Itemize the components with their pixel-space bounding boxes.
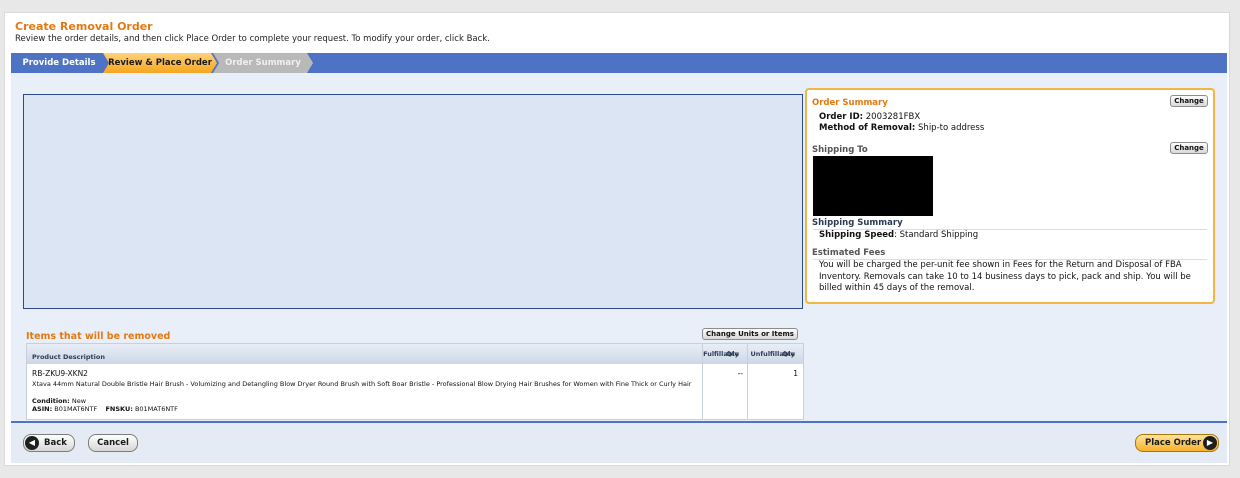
place-order-button[interactable]: Place Order ▶ [1135,434,1219,452]
removal-method-row: Method of Removal: Ship-to address [819,123,984,133]
order-summary-change-button[interactable]: Change [1170,95,1208,107]
shipping-speed-label: Shipping Speed [819,230,895,240]
shipping-to-title: Shipping To [812,145,868,155]
progress-steps: Provide Details Review & Place Order Ord… [11,53,1227,73]
removal-order-page: Create Removal Order Review the order de… [4,12,1230,466]
step-review-place-order: Review & Place Order [103,53,217,73]
blank-content-region [23,94,803,309]
order-id-label: Order ID: [819,112,864,122]
estimated-fees-title: Estimated Fees [812,248,886,258]
shipping-speed-value: : Standard Shipping [894,230,979,240]
product-condition: Condition: New [32,397,87,405]
shipping-speed-row: Shipping Speed: Standard Shipping [819,230,978,240]
fulfillable-qty: -- [737,369,743,378]
change-units-button[interactable]: Change Units or Items [702,328,798,340]
removal-method-value: Ship-to address [918,123,985,133]
step-order-summary: Order Summary [213,53,313,73]
back-button[interactable]: ◀ Back [23,434,75,452]
column-header-fulfillable-qty: Fulfillable Qty [703,344,747,364]
order-id-row: Order ID: 2003281FBX [819,112,920,122]
shipping-summary-title: Shipping Summary [812,218,903,228]
column-divider [702,344,703,419]
unfulfillable-qty: 1 [793,369,798,378]
page-subtitle: Review the order details, and then click… [15,34,490,44]
page-title: Create Removal Order [15,20,153,33]
main-panel: Order Summary Change Order ID: 2003281FB… [11,73,1227,463]
items-section-title: Items that will be removed [26,331,171,342]
product-sku: RB-ZKU9-XKN2 [32,369,88,378]
order-summary-box: Order Summary Change Order ID: 2003281FB… [805,88,1215,304]
cancel-button[interactable]: Cancel [88,434,138,452]
forward-arrow-icon: ▶ [1203,436,1217,450]
order-summary-title: Order Summary [812,98,888,108]
column-header-description: Product Description [27,344,702,364]
removal-method-label: Method of Removal: [819,123,916,133]
redacted-address [813,156,933,216]
shipping-to-change-button[interactable]: Change [1170,142,1208,154]
column-divider [747,344,748,419]
step-provide-details[interactable]: Provide Details [11,53,107,73]
estimated-fees-text: You will be charged the per-unit fee sho… [819,260,1191,293]
back-arrow-icon: ◀ [25,436,39,450]
items-table: Product Description Fulfillable Qty Unful… [26,343,804,420]
order-id-value: 2003281FBX [865,112,921,122]
column-header-unfulfillable-qty: Unfulfillable Qty [748,344,803,364]
action-bar: ◀ Back Cancel Place Order ▶ [11,421,1227,463]
product-identifiers: ASIN: B01MAT6NTF FNSKU: B01MAT6NTF [32,405,178,413]
product-name: Xtava 44mm Natural Double Bristle Hair B… [32,380,692,388]
